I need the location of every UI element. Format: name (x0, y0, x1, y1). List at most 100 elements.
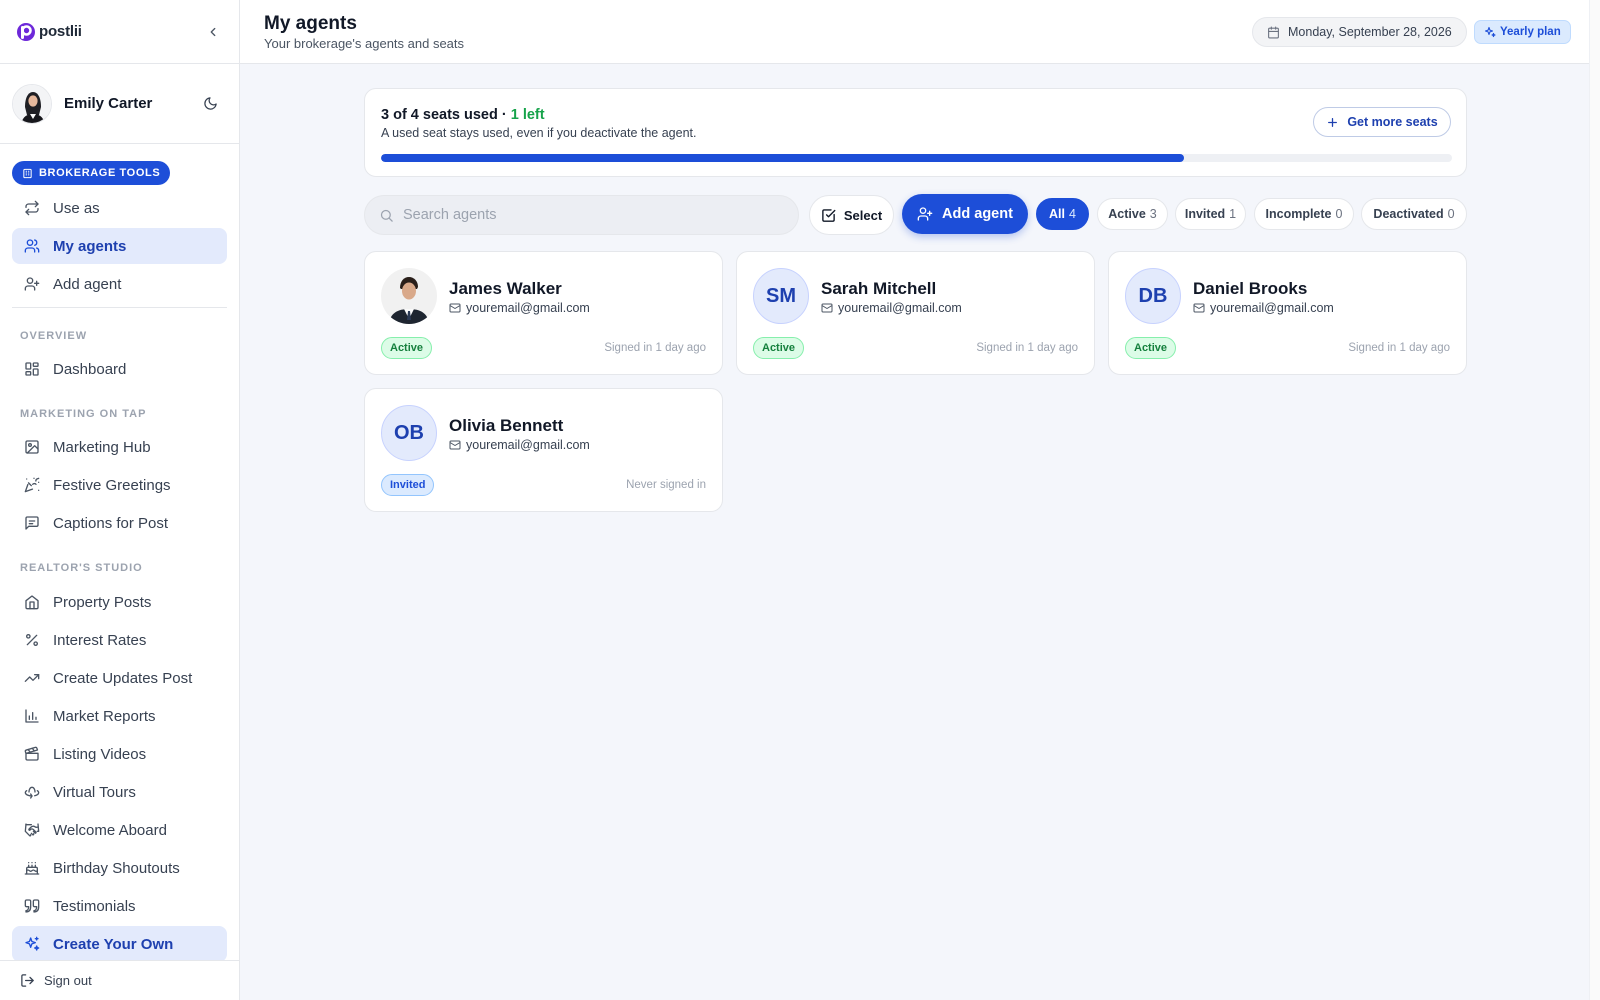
agent-email: youremail@gmail.com (838, 301, 962, 315)
sign-out-button[interactable]: Sign out (0, 960, 239, 1000)
sidebar-item-label: Testimonials (53, 897, 136, 915)
plus-icon (1328, 117, 1338, 127)
building-icon (23, 168, 32, 178)
agent-email-row: youremail@gmail.com (449, 438, 590, 452)
filter-deactivated[interactable]: Deactivated 0 (1361, 198, 1467, 230)
mail-icon (449, 440, 461, 450)
add-agent-button[interactable]: Add agent (902, 194, 1028, 234)
sidebar-item-label: Dashboard (53, 360, 127, 378)
status-badge: Active (381, 337, 433, 359)
status-badge: Active (753, 337, 805, 359)
postlii-logo[interactable]: postlii (16, 22, 82, 42)
sidebar-item-create-your-own[interactable]: Create Your Own (12, 926, 227, 962)
theme-toggle-button[interactable] (199, 93, 221, 115)
sidebar-item-add-agent[interactable]: Add agent (12, 266, 227, 302)
filter-invited[interactable]: Invited 1 (1175, 198, 1246, 230)
filter-active[interactable]: Active 3 (1097, 198, 1168, 230)
agent-name: Sarah Mitchell (821, 279, 937, 298)
collapse-sidebar-button[interactable] (203, 22, 223, 42)
agent-initials-avatar: DB (1125, 268, 1181, 324)
sidebar-item-festive-greetings[interactable]: Festive Greetings (12, 467, 227, 503)
filter-all[interactable]: All 4 (1036, 198, 1089, 230)
section-label-studio: REALTOR'S STUDIO (20, 562, 143, 574)
sidebar-divider (12, 307, 227, 308)
sidebar-item-captions[interactable]: Captions for Post (12, 505, 227, 541)
sidebar-item-label: Festive Greetings (53, 476, 171, 494)
section-label-overview: OVERVIEW (20, 330, 88, 342)
sidebar-item-label: Welcome Aboard (53, 821, 167, 839)
plan-label: Yearly plan (1500, 26, 1561, 38)
user-plus-icon (24, 277, 40, 291)
sidebar-item-label: Marketing Hub (53, 438, 151, 456)
sidebar-item-label: Add agent (53, 275, 122, 293)
page-header: My agents Your brokerage's agents and se… (240, 0, 1600, 64)
current-date: Monday, September 28, 2026 (1288, 25, 1452, 39)
last-signin: Signed in 1 day ago (604, 342, 706, 354)
status-badge: Active (1125, 337, 1177, 359)
postlii-logo-mark (17, 22, 35, 41)
search-agents-input[interactable] (403, 207, 763, 223)
sidebar-item-marketing-hub[interactable]: Marketing Hub (12, 429, 227, 465)
agent-email-row: youremail@gmail.com (449, 301, 590, 315)
page-subtitle: Your brokerage's agents and seats (264, 36, 465, 51)
sidebar-item-welcome-aboard[interactable]: Welcome Aboard (12, 812, 227, 848)
calendar-icon (1268, 26, 1279, 38)
sidebar-item-testimonials[interactable]: Testimonials (12, 888, 227, 924)
filter-incomplete[interactable]: Incomplete 0 (1254, 198, 1354, 230)
trending-icon (24, 674, 40, 682)
agent-avatar (381, 268, 437, 324)
sidebar-item-listing-videos[interactable]: Listing Videos (12, 736, 227, 772)
search-agents-box[interactable] (364, 195, 799, 235)
image-icon (25, 440, 39, 454)
sidebar-item-virtual-tours[interactable]: Virtual Tours (12, 774, 227, 810)
select-button[interactable]: Select (809, 195, 894, 235)
agent-card[interactable]: James Walker youremail@gmail.com Active … (364, 251, 723, 375)
last-signin: Signed in 1 day ago (1348, 342, 1450, 354)
bar-chart-icon (25, 709, 39, 723)
sidebar-item-dashboard[interactable]: Dashboard (12, 351, 227, 387)
filter-count: 4 (1069, 207, 1076, 221)
clapperboard-icon (24, 746, 39, 761)
sidebar-item-use-as[interactable]: Use as (12, 190, 227, 226)
filter-label: Invited (1184, 207, 1226, 221)
status-badge: Invited (381, 474, 435, 496)
seats-summary: 3 of 4 seats used · 1 left (381, 107, 545, 123)
agent-card[interactable]: OB Olivia Bennett youremail@gmail.com In… (364, 388, 723, 512)
sidebar-item-label: Captions for Post (53, 514, 169, 532)
sidebar-item-create-updates-post[interactable]: Create Updates Post (12, 660, 227, 696)
filter-count: 0 (1447, 207, 1455, 221)
agent-name: Daniel Brooks (1193, 279, 1308, 298)
agent-name: Olivia Bennett (449, 416, 564, 435)
mail-icon (449, 303, 461, 313)
sidebar-item-birthday-shoutouts[interactable]: Birthday Shoutouts (12, 850, 227, 886)
handshake-icon (24, 823, 40, 837)
agent-email-row: youremail@gmail.com (1193, 301, 1334, 315)
agent-email-row: youremail@gmail.com (821, 301, 962, 315)
plan-badge[interactable]: Yearly plan (1474, 20, 1571, 44)
percent-icon (26, 634, 38, 646)
page-title: My agents (264, 13, 357, 34)
get-more-seats-button[interactable]: Get more seats (1313, 107, 1451, 137)
square-check-icon (822, 208, 836, 222)
switch-icon (25, 200, 39, 216)
sidebar-item-label: Create Updates Post (53, 669, 193, 687)
sidebar-item-interest-rates[interactable]: Interest Rates (12, 622, 227, 658)
seats-progress-fill (381, 154, 1185, 162)
quote-icon (24, 899, 40, 913)
agent-name: James Walker (449, 279, 562, 298)
party-icon (24, 477, 40, 493)
user-avatar[interactable] (12, 83, 52, 124)
sidebar-item-property-posts[interactable]: Property Posts (12, 584, 227, 620)
rotate-3d-icon (24, 786, 40, 799)
user-name: Emily Carter (64, 95, 153, 112)
search-icon (380, 209, 393, 222)
sidebar-item-my-agents[interactable]: My agents (12, 228, 227, 264)
user-avatar-photo (13, 84, 51, 123)
agent-card[interactable]: DB Daniel Brooks youremail@gmail.com Act… (1108, 251, 1467, 375)
window-scrollbar[interactable] (1589, 0, 1600, 1000)
sidebar-item-market-reports[interactable]: Market Reports (12, 698, 227, 734)
sidebar-item-label: Listing Videos (53, 745, 147, 763)
sidebar-item-label: Virtual Tours (53, 783, 136, 801)
filter-count: 3 (1149, 207, 1157, 221)
agent-card[interactable]: SM Sarah Mitchell youremail@gmail.com Ac… (736, 251, 1095, 375)
